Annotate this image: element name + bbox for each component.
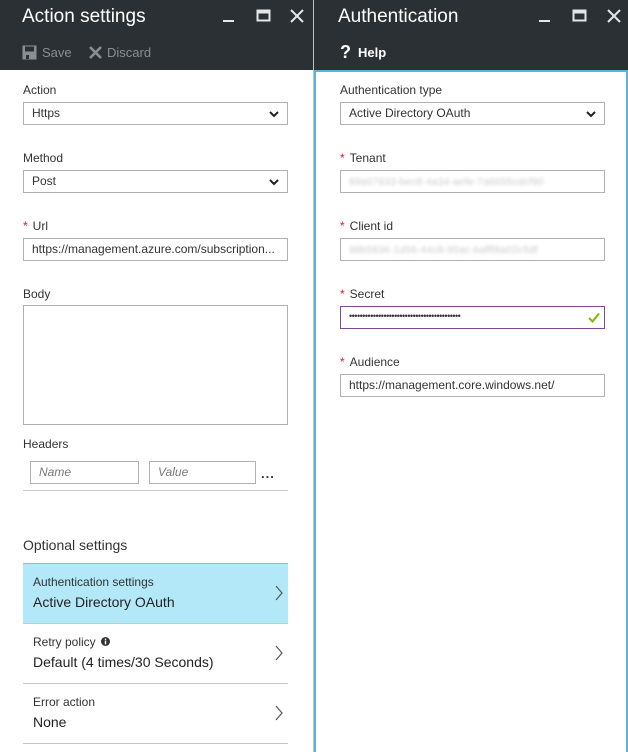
error-action-item[interactable]: Error action None xyxy=(23,684,288,744)
chevron-down-icon xyxy=(269,179,279,186)
audience-value: https://management.core.windows.net/ xyxy=(349,378,555,392)
help-label: Help xyxy=(358,44,387,60)
minimize-icon[interactable] xyxy=(537,8,553,24)
secret-value: ••••••••••••••••••••••••••••••••••••••••… xyxy=(349,311,461,321)
minimize-icon[interactable] xyxy=(221,8,237,24)
action-settings-content: Action Https Method Post * Url https://ma… xyxy=(0,70,313,752)
url-label: * Url xyxy=(23,219,48,233)
action-value: Https xyxy=(32,106,61,120)
authentication-title: Authentication xyxy=(338,6,459,27)
retry-policy-item[interactable]: Retry policy Default (4 times/30 Seconds… xyxy=(23,624,288,684)
tenant-input[interactable]: 89a07933-bec8-4a34-aefe-7a6655cdcf90 xyxy=(340,170,605,193)
action-settings-pane: Action settings Save Discard Action Http… xyxy=(0,0,314,752)
save-button[interactable]: Save xyxy=(22,45,72,60)
discard-button[interactable]: Discard xyxy=(89,45,151,60)
url-input[interactable]: https://management.azure.com/subscriptio… xyxy=(23,238,288,261)
method-select[interactable]: Post xyxy=(23,170,288,193)
auth-type-select[interactable]: Active Directory OAuth xyxy=(340,102,605,125)
tenant-value: 89a07933-bec8-4a34-aefe-7a6655cdcf90 xyxy=(349,177,544,188)
close-icon[interactable] xyxy=(606,8,622,24)
header-name-placeholder: Name xyxy=(39,465,72,479)
valid-check-icon xyxy=(588,312,600,323)
secret-label: * Secret xyxy=(340,287,385,301)
authentication-settings-value: Active Directory OAuth xyxy=(33,594,175,610)
header-name-input[interactable]: Name xyxy=(30,461,139,484)
action-label: Action xyxy=(23,83,57,97)
client-id-label: * Client id xyxy=(340,219,394,233)
headers-divider xyxy=(23,490,288,491)
headers-label: Headers xyxy=(23,437,69,451)
authentication-content: Authentication type Active Directory OAu… xyxy=(314,70,628,752)
error-action-label: Error action xyxy=(33,695,96,709)
discard-x-icon xyxy=(89,46,102,59)
url-value: https://management.azure.com/subscriptio… xyxy=(32,242,275,256)
maximize-icon[interactable] xyxy=(572,8,588,24)
discard-label: Discard xyxy=(107,45,152,60)
save-label: Save xyxy=(42,45,72,60)
required-star: * xyxy=(23,219,28,233)
error-action-value: None xyxy=(33,714,67,730)
audience-label: * Audience xyxy=(340,355,400,369)
header-value-input[interactable]: Value xyxy=(149,461,256,484)
close-icon[interactable] xyxy=(289,8,305,24)
chevron-right-icon xyxy=(275,705,283,721)
method-value: Post xyxy=(32,174,57,188)
header-more-button[interactable]: ... xyxy=(261,466,275,481)
help-button[interactable]: ? Help xyxy=(340,42,387,62)
authentication-toolbar: ? Help xyxy=(314,34,628,70)
client-id-value: 98b5836-1d56-44c8-95ac-bafff8a02c5df xyxy=(349,245,538,256)
tenant-label: * Tenant xyxy=(340,151,386,165)
authentication-settings-item[interactable]: Authentication settings Active Directory… xyxy=(23,564,288,624)
optional-settings-heading: Optional settings xyxy=(23,537,128,553)
header-value-placeholder: Value xyxy=(158,465,189,479)
action-settings-title: Action settings xyxy=(22,6,146,27)
auth-type-label: Authentication type xyxy=(340,83,443,97)
authentication-titlebar: Authentication xyxy=(314,0,628,34)
body-label: Body xyxy=(23,287,51,301)
chevron-right-icon xyxy=(275,645,283,661)
action-select[interactable]: Https xyxy=(23,102,288,125)
save-icon xyxy=(22,45,37,60)
action-settings-toolbar: Save Discard xyxy=(0,34,313,70)
retry-policy-value: Default (4 times/30 Seconds) xyxy=(33,654,214,670)
audience-input[interactable]: https://management.core.windows.net/ xyxy=(340,374,605,397)
chevron-right-icon xyxy=(275,585,283,601)
authentication-settings-label: Authentication settings xyxy=(33,575,154,589)
client-id-input[interactable]: 98b5836-1d56-44c8-95ac-bafff8a02c5df xyxy=(340,238,605,261)
method-label: Method xyxy=(23,151,64,165)
retry-policy-label: Retry policy xyxy=(33,635,111,649)
chevron-down-icon xyxy=(269,111,279,118)
info-icon[interactable] xyxy=(101,637,111,646)
help-icon: ? xyxy=(340,42,351,62)
authentication-pane: Authentication ? Help Authentication typ… xyxy=(314,0,628,752)
chevron-down-icon xyxy=(586,111,596,118)
action-settings-titlebar: Action settings xyxy=(0,0,313,34)
body-textarea[interactable] xyxy=(23,305,288,425)
auth-type-value: Active Directory OAuth xyxy=(349,106,471,120)
secret-input[interactable]: ••••••••••••••••••••••••••••••••••••••••… xyxy=(340,306,605,329)
maximize-icon[interactable] xyxy=(256,8,272,24)
